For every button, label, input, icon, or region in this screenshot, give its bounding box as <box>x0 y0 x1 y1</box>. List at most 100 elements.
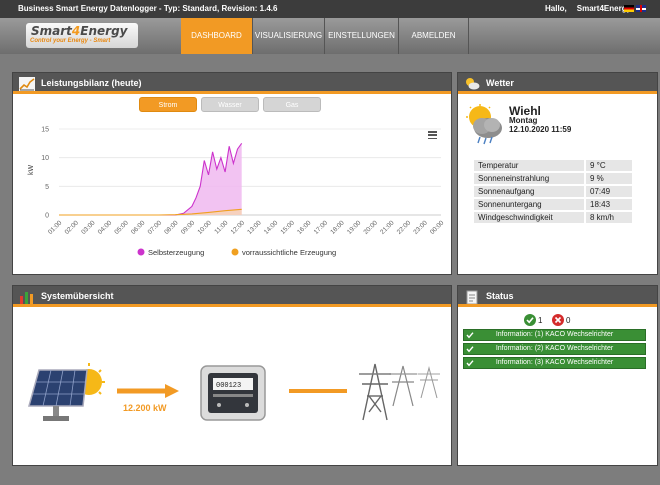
greeting: Hallo, Smart4Energy <box>545 0 631 18</box>
y-tick-label: 0 <box>45 213 49 220</box>
x-tick-label: 16:00 <box>296 219 313 236</box>
weather-row: Sonnenaufgang 07:49 <box>474 186 632 197</box>
nav-visualisierung[interactable]: VISUALISIERUNG <box>252 18 324 54</box>
tab-wasser[interactable]: Wasser <box>201 97 259 112</box>
weather-datetime: 12.10.2020 11:59 <box>509 125 572 134</box>
weather-value: 9 °C <box>586 160 632 171</box>
system-overview-title: Systemübersicht <box>41 291 114 301</box>
x-tick-label: 00:00 <box>429 219 446 236</box>
weather-header-icon <box>466 78 480 90</box>
legend-label: vorraussichtliche Erzeugung <box>242 248 336 257</box>
nav-divider <box>468 18 469 54</box>
weather-row: Sonnenuntergang 18:43 <box>474 199 632 210</box>
meter-digits: 000123 <box>216 382 241 390</box>
weather-label: Sonnenaufgang <box>474 186 584 197</box>
x-tick-label: 23:00 <box>412 219 429 236</box>
legend-label: Selbsterzeugung <box>148 248 204 257</box>
status-ok-count: 1 <box>538 316 543 325</box>
weather-row: Sonneneinstrahlung 9 % <box>474 173 632 184</box>
weather-value: 07:49 <box>586 186 632 197</box>
legend-marker <box>137 248 145 256</box>
weather-table: Temperatur 9 °C Sonneneinstrahlung 9 % Son… <box>472 158 634 225</box>
status-message[interactable]: Information: (1) KACO Wechselrichter <box>463 329 646 341</box>
x-tick-label: 07:00 <box>147 219 164 236</box>
x-tick-label: 06:00 <box>130 219 147 236</box>
check-icon <box>466 360 474 367</box>
weather-row: Temperatur 9 °C <box>474 160 632 171</box>
logo-wordmark: Smart4Energy <box>31 24 128 38</box>
weather-label: Sonnenuntergang <box>474 199 584 210</box>
status-panel: Status 1 0 Information: (1) KACO Wechsel… <box>457 285 658 466</box>
x-tick-label: 13:00 <box>246 219 263 236</box>
weather-value: 8 km/h <box>586 212 632 223</box>
nav-einstellungen[interactable]: EINSTELLUNGEN <box>324 18 398 54</box>
x-tick-label: 09:00 <box>180 219 197 236</box>
power-balance-panel: Leistungsbilanz (heute) Strom Wasser Gas… <box>12 72 452 275</box>
x-tick-label: 14:00 <box>263 219 280 236</box>
series-area-selbsterzeugung <box>59 143 242 215</box>
tab-gas[interactable]: Gas <box>263 97 321 112</box>
logo-tagline: Control your Energy - Smart <box>30 38 111 44</box>
chart-line-icon <box>19 77 35 91</box>
x-tick-label: 18:00 <box>329 219 346 236</box>
nav-dashboard[interactable]: DASHBOARD <box>181 18 252 54</box>
x-tick-label: 04:00 <box>97 219 114 236</box>
power-tower-icon <box>359 363 440 421</box>
x-tick-label: 20:00 <box>363 219 380 236</box>
y-tick-label: 10 <box>41 155 49 162</box>
status-error-count: 0 <box>566 316 571 325</box>
x-tick-label: 17:00 <box>313 219 330 236</box>
system-overview-header: Systemübersicht <box>13 286 451 307</box>
x-tick-label: 22:00 <box>396 219 413 236</box>
weather-title: Wetter <box>486 78 514 88</box>
greeting-label: Hallo, <box>545 4 567 13</box>
system-overview-panel: Systemübersicht 12.200 kW 000123 <box>12 285 452 466</box>
error-circle-icon <box>552 314 564 326</box>
x-tick-label: 21:00 <box>379 219 396 236</box>
user-name: Smart4Energy <box>576 4 632 13</box>
x-tick-label: 03:00 <box>80 219 97 236</box>
status-message[interactable]: Information: (2) KACO Wechselrichter <box>463 343 646 355</box>
weather-row: Windgeschwindigkeit 8 km/h <box>474 212 632 223</box>
weather-label: Windgeschwindigkeit <box>474 212 584 223</box>
flag-de-icon[interactable] <box>624 5 634 12</box>
weather-header: Wetter <box>458 73 657 94</box>
weather-value: 9 % <box>586 173 632 184</box>
arrow-right-icon <box>117 384 179 398</box>
tab-strom[interactable]: Strom <box>139 97 197 112</box>
status-header: Status <box>458 286 657 307</box>
x-tick-label: 12:00 <box>230 219 247 236</box>
power-chart: 0 5 10 15 01:00 02:00 03:00 04:00 05:00 06:00 07:… <box>28 127 446 258</box>
x-tick-label: 02:00 <box>64 219 81 236</box>
y-tick-label: 5 <box>45 184 49 191</box>
top-bar: Business Smart Energy Datenlogger - Typ:… <box>0 0 660 18</box>
x-tick-label: 19:00 <box>346 219 363 236</box>
app-title: Business Smart Energy Datenlogger - Typ:… <box>18 4 278 13</box>
power-balance-title: Leistungsbilanz (heute) <box>41 78 142 88</box>
flag-en-icon[interactable] <box>636 5 646 12</box>
check-icon <box>466 332 474 339</box>
x-tick-label: 05:00 <box>113 219 130 236</box>
power-balance-header: Leistungsbilanz (heute) <box>13 73 451 94</box>
check-circle-icon <box>524 314 536 326</box>
status-title: Status <box>486 291 514 301</box>
y-tick-label: 15 <box>41 127 49 134</box>
logo[interactable]: Smart4Energy Control your Energy - Smart <box>26 23 138 48</box>
x-tick-label: 15:00 <box>279 219 296 236</box>
solar-panel-icon <box>28 363 105 421</box>
weather-day: Montag <box>509 116 538 125</box>
legend-marker <box>231 248 239 256</box>
weather-label: Temperatur <box>474 160 584 171</box>
energy-meter-icon: 000123 <box>200 365 266 421</box>
power-value: 12.200 kW <box>123 403 167 413</box>
clipboard-icon <box>466 290 478 304</box>
power-line-icon <box>289 389 347 393</box>
y-axis-label: kW <box>28 165 35 176</box>
nav-abmelden[interactable]: ABMELDEN <box>398 18 468 54</box>
nav-bar: Smart4Energy Control your Energy - Smart… <box>0 18 660 54</box>
x-tick-label: 11:00 <box>213 219 229 235</box>
status-message[interactable]: Information: (3) KACO Wechselrichter <box>463 357 646 369</box>
x-tick-label: 10:00 <box>196 219 213 236</box>
x-tick-label: 01:00 <box>47 219 64 236</box>
x-tick-label: 08:00 <box>163 219 180 236</box>
